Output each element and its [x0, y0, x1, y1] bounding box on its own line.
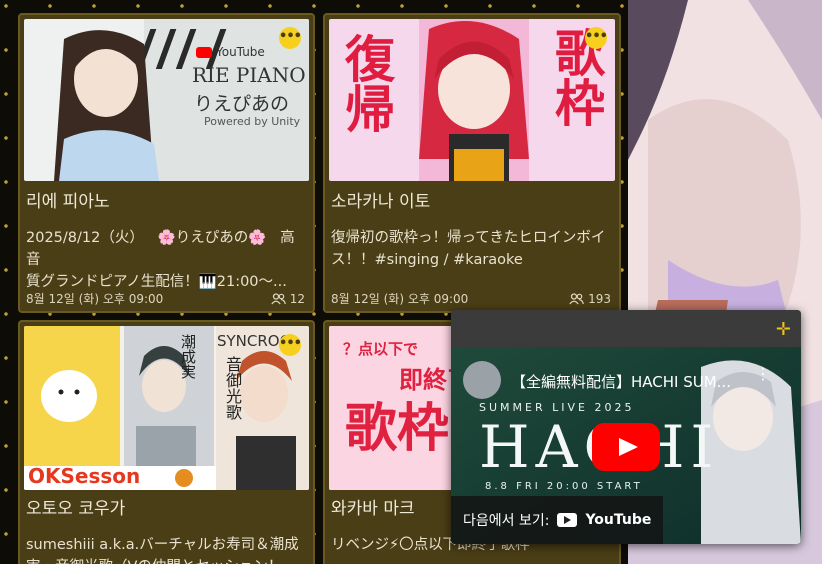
channel-avatar[interactable] [463, 361, 501, 399]
channel-name: 와카바 마크 [331, 499, 415, 519]
stream-datetime: 8월 12일 (화) 오후 09:00 [331, 292, 469, 306]
watch-on-label: 다음에서 보기: [463, 513, 550, 529]
play-icon[interactable] [592, 423, 660, 471]
thumbnail-name-1: 潮成実 [179, 334, 197, 379]
thumbnail-bottom-text: OKSesson [28, 464, 141, 488]
move-icon[interactable]: ✛ [776, 319, 791, 340]
stream-card-otoo-kouga[interactable]: SYNCROO 潮成実 音御光歌 OKSesson ••• 오토오 코우가 su… [18, 320, 315, 564]
stream-datetime: 8월 12일 (화) 오후 09:00 [26, 292, 164, 306]
banner-date-text: 8.8 FRI 20:00 START [485, 481, 643, 492]
thumbnail-brand: YouTube [216, 45, 265, 59]
viewer-count: 193 [569, 292, 611, 306]
video-menu-icon[interactable]: ⋮ [755, 366, 771, 382]
stream-description: sumeshiii a.k.a.バーチャルお寿司＆潮成 実・音御光歌（Vの仲間と… [26, 537, 299, 564]
viewers-icon [271, 292, 286, 304]
youtube-logo-icon [196, 46, 212, 58]
stream-card-rie-piano[interactable]: YouTube RIE PIANO りえぴあの Powered by Unity… [18, 13, 315, 313]
thumbnail-name-2: 音御光歌 [223, 356, 242, 420]
thumbnail-left-text: 復帰 [337, 33, 395, 133]
channel-name: 소라카나 이토 [331, 192, 431, 212]
more-options-icon[interactable]: ••• [279, 27, 302, 49]
stream-card-sorakana-ito[interactable]: 復帰 歌枠 ••• 소라카나 이토 復帰初の歌枠っ！帰ってきたヒロインボイ ス！… [323, 13, 621, 313]
watch-on-youtube-button[interactable]: 다음에서 보기: YouTube [451, 496, 664, 544]
mini-player-header[interactable]: ✛ [451, 310, 801, 347]
stream-description: 復帰初の歌枠っ！帰ってきたヒロインボイ ス！！#singing / #karao… [331, 230, 606, 268]
youtube-brand-text: YouTube [585, 512, 652, 528]
stream-thumbnail[interactable]: YouTube RIE PIANO りえぴあの Powered by Unity… [24, 19, 309, 181]
stream-description: 2025/8/12（火） 🌸りえぴあの🌸 高音 質グランドピアノ生配信！🎹21:… [26, 230, 295, 290]
mini-player[interactable]: ✛ 【全編無料配信】HACHI SUM... ⋮ SUMMER LIVE 202… [451, 310, 801, 544]
thumbnail-top-text: ？点以下で [343, 340, 419, 358]
more-options-icon[interactable]: ••• [279, 334, 302, 356]
video-embed[interactable]: 【全編無料配信】HACHI SUM... ⋮ SUMMER LIVE 2025 … [451, 347, 801, 544]
viewers-icon [569, 292, 584, 304]
youtube-logo-icon [557, 513, 578, 527]
viewer-count: 12 [271, 292, 305, 306]
channel-name: 오토오 코우가 [26, 499, 126, 519]
stream-thumbnail[interactable]: 復帰 歌枠 ••• [329, 19, 615, 181]
thumbnail-main-text: 歌枠 [345, 399, 450, 459]
video-title[interactable]: 【全編無料配信】HACHI SUM... [511, 371, 731, 392]
channel-name: 리에 피아노 [26, 192, 110, 212]
stream-meta: 8월 12일 (화) 오후 09:00 12 [26, 290, 305, 307]
thumbnail-powered: Powered by Unity [204, 115, 301, 128]
more-options-icon[interactable]: ••• [585, 27, 608, 49]
stream-meta: 8월 12일 (화) 오후 09:00 193 [331, 290, 611, 307]
stream-thumbnail[interactable]: SYNCROO 潮成実 音御光歌 OKSesson ••• [24, 326, 309, 490]
thumbnail-title: RIE PIANO [192, 63, 306, 87]
thumbnail-subtitle: りえぴあの [194, 93, 290, 115]
